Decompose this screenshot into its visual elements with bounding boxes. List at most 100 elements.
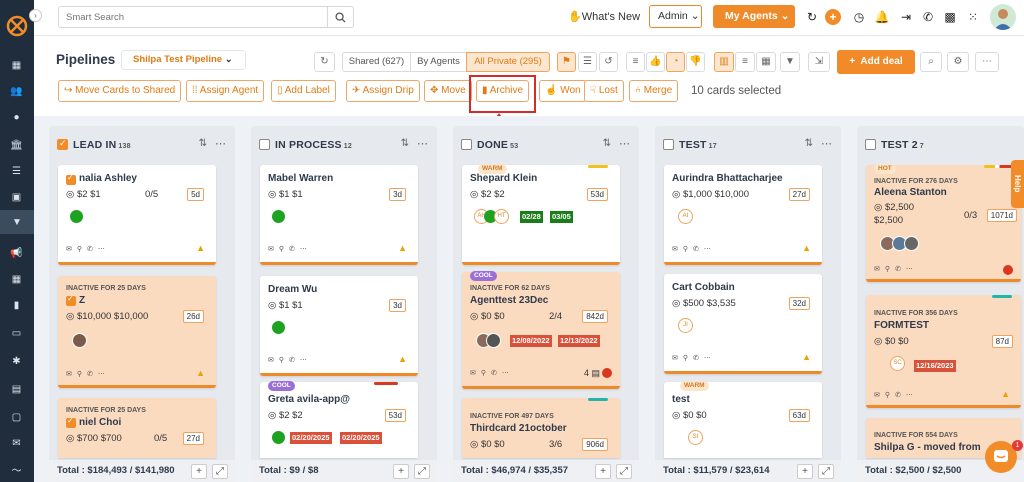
contacts-icon[interactable]: 👥 [8, 84, 25, 99]
deal-card[interactable]: Cart Cobbain ◎ $500 $3,535 32d JI ✉⚲✆⋯ ▲ [664, 274, 822, 374]
column-more-icon[interactable]: ⋯ [417, 137, 428, 150]
expand-button[interactable]: ⤢ [212, 464, 228, 479]
list-icon[interactable]: ☰ [8, 164, 25, 179]
signature-icon[interactable]: 〜 [8, 462, 25, 477]
megaphone-icon[interactable]: 📢 [8, 246, 25, 261]
open-filter-button[interactable]: ◔ [666, 52, 685, 72]
pipeline-select[interactable]: Shilpa Test Pipeline ⌄ [121, 50, 246, 70]
add-icon[interactable]: + [825, 9, 841, 25]
card-action-icons[interactable]: ✉⚲✆⋯ [268, 356, 312, 366]
bar-chart-icon[interactable]: ▮ [8, 298, 25, 313]
deal-card[interactable]: INACTIVE FOR 497 DAYS Thirdcard 21octobe… [462, 398, 620, 458]
deal-card[interactable]: INACTIVE FOR 356 DAYS FORMTEST ◎ $0 $0 8… [866, 295, 1021, 408]
refresh-icon[interactable]: ↻ [804, 9, 820, 25]
whats-new-link[interactable]: ✋What's New [568, 10, 640, 23]
contact-avatar[interactable] [72, 333, 87, 348]
list-view-button[interactable]: ≡ [735, 52, 755, 72]
search-input[interactable] [59, 7, 324, 27]
card-action-icons[interactable]: ✉⚲✆⋯ [268, 245, 312, 255]
deal-card[interactable]: WARM test ◎ $0 $0 63d SI [664, 381, 822, 458]
add-label-button[interactable]: ▯ Add Label [271, 80, 336, 102]
move-to-shared-button[interactable]: ↪ Move Cards to Shared [58, 80, 182, 102]
tab-all-private[interactable]: All Private (295) [466, 52, 550, 72]
phone-icon[interactable]: ✆ [920, 9, 936, 25]
sort-icon[interactable]: ⇅ [603, 138, 611, 149]
deal-card[interactable]: nalia Ashley ◎ $2 $1 0/5 5d ✉⚲✆⋯ ▲ [58, 165, 216, 265]
lost-filter-button[interactable]: 👎 [686, 52, 705, 72]
calendar-grid-icon[interactable]: ▦ [8, 272, 25, 287]
admin-select[interactable]: Admin ⌄ [649, 5, 702, 28]
grid-view-button[interactable]: ▦ [756, 52, 776, 72]
lost-button[interactable]: ☟ Lost [584, 80, 624, 102]
dashboard-icon[interactable]: ▦ [8, 58, 25, 73]
document-icon[interactable]: ▣ [8, 190, 25, 205]
card-action-icons[interactable]: ✉⚲✆⋯ [874, 265, 918, 275]
deal-card[interactable]: INACTIVE FOR 25 DAYS niel Choi ◎ $700 $7… [58, 398, 216, 458]
card-action-icons[interactable]: ✉⚲✆⋯ [874, 391, 918, 401]
deal-card[interactable]: COOL Greta avila-app@ ◎ $2 $2 53d 02/20/… [260, 381, 418, 458]
search-button[interactable] [327, 7, 353, 27]
card-checkbox[interactable] [66, 294, 76, 306]
won-button[interactable]: ☝ Won [539, 80, 587, 102]
chip-icon[interactable]: ▩ [942, 9, 958, 25]
sort-icon[interactable]: ⇅ [199, 138, 207, 149]
card-checkbox[interactable] [66, 173, 76, 185]
column-select-checkbox[interactable] [57, 138, 68, 150]
filter-button[interactable]: ▼ [780, 52, 800, 72]
contact-initials[interactable]: SI [688, 430, 703, 445]
column-select-checkbox[interactable] [663, 139, 674, 150]
bell-icon[interactable]: 🔔 [874, 9, 890, 25]
assign-agent-button[interactable]: ⁞⁞ Assign Agent [186, 80, 265, 102]
card-action-icons[interactable]: ✉⚲✆⋯ [470, 369, 514, 379]
logout-icon[interactable]: ⇥ [898, 9, 914, 25]
refresh-pipeline-button[interactable]: ↻ [314, 52, 335, 72]
agent-avatar[interactable] [272, 210, 285, 223]
add-card-button[interactable]: + [393, 464, 409, 479]
expand-button[interactable]: ⤢ [616, 464, 632, 479]
agent-avatar[interactable] [70, 210, 83, 223]
user-icon[interactable]: ● [8, 110, 25, 125]
add-deal-button[interactable]: + Add deal [837, 50, 915, 74]
card-action-icons[interactable]: ✉⚲✆⋯ [66, 245, 110, 255]
more-options-button[interactable]: ⋯ [975, 52, 999, 72]
mail-icon[interactable]: ✉ [8, 436, 25, 451]
agent-avatar[interactable] [272, 321, 285, 334]
view-thumb-button[interactable]: ⚑ [557, 52, 576, 72]
deal-card[interactable]: WARM Shepard Klein ◎ $2 $2 53d AH HT 02/… [462, 164, 620, 265]
column-select-checkbox[interactable] [865, 139, 876, 150]
kanban-view-button[interactable]: ▥ [714, 52, 734, 72]
contact-initials[interactable]: AI [678, 209, 693, 224]
sort-icon[interactable]: ⇅ [805, 138, 813, 149]
user-avatar[interactable] [990, 4, 1016, 30]
history-button[interactable]: ↺ [599, 52, 618, 72]
clock-icon[interactable]: ◷ [851, 9, 867, 25]
pipeline-search-button[interactable]: ⌕ [920, 52, 942, 72]
deal-card[interactable]: Mabel Warren ◎ $1 $1 3d ✉⚲✆⋯ ▲ [260, 165, 418, 265]
column-more-icon[interactable]: ⋯ [821, 137, 832, 150]
column-select-checkbox[interactable] [461, 139, 472, 150]
move-button[interactable]: ✥ Move [424, 80, 472, 102]
deal-card[interactable]: INACTIVE FOR 25 DAYS Z ◎ $10,000 $10,000… [58, 276, 216, 388]
column-more-icon[interactable]: ⋯ [619, 137, 630, 150]
expand-button[interactable]: ⤢ [818, 464, 834, 479]
pipeline-filter-icon[interactable]: ▼ [0, 210, 34, 234]
settings-button[interactable]: ⚙ [947, 52, 969, 72]
contact-initials[interactable]: JI [678, 318, 693, 333]
deal-card[interactable]: Aurindra Bhattacharjee ◎ $1,000 $10,000 … [664, 165, 822, 265]
card-checkbox[interactable] [66, 416, 76, 428]
grid-icon[interactable]: ⁙ [965, 9, 981, 25]
card-action-icons[interactable]: ✉⚲✆⋯ [66, 370, 110, 380]
sort-icon[interactable]: ⇅ [401, 138, 409, 149]
column-select-checkbox[interactable] [259, 139, 270, 150]
calendar-icon[interactable]: ▢ [8, 410, 25, 425]
contact-initials[interactable]: HT [494, 209, 509, 224]
my-agents-button[interactable]: My Agents ⌄ [713, 5, 795, 28]
deal-card[interactable]: COOL INACTIVE FOR 62 DAYS Agenttest 23De… [462, 271, 620, 389]
contact-avatar[interactable] [486, 333, 501, 348]
card-action-icons[interactable]: ✉⚲✆⋯ [672, 354, 716, 364]
sidebar-collapse-button[interactable]: › [29, 9, 42, 22]
won-filter-button[interactable]: 👍 [646, 52, 665, 72]
assign-drip-button[interactable]: ✈ Assign Drip [346, 80, 420, 102]
contact-initials[interactable]: SC [890, 356, 905, 371]
view-compact-button[interactable]: ≡ [626, 52, 645, 72]
